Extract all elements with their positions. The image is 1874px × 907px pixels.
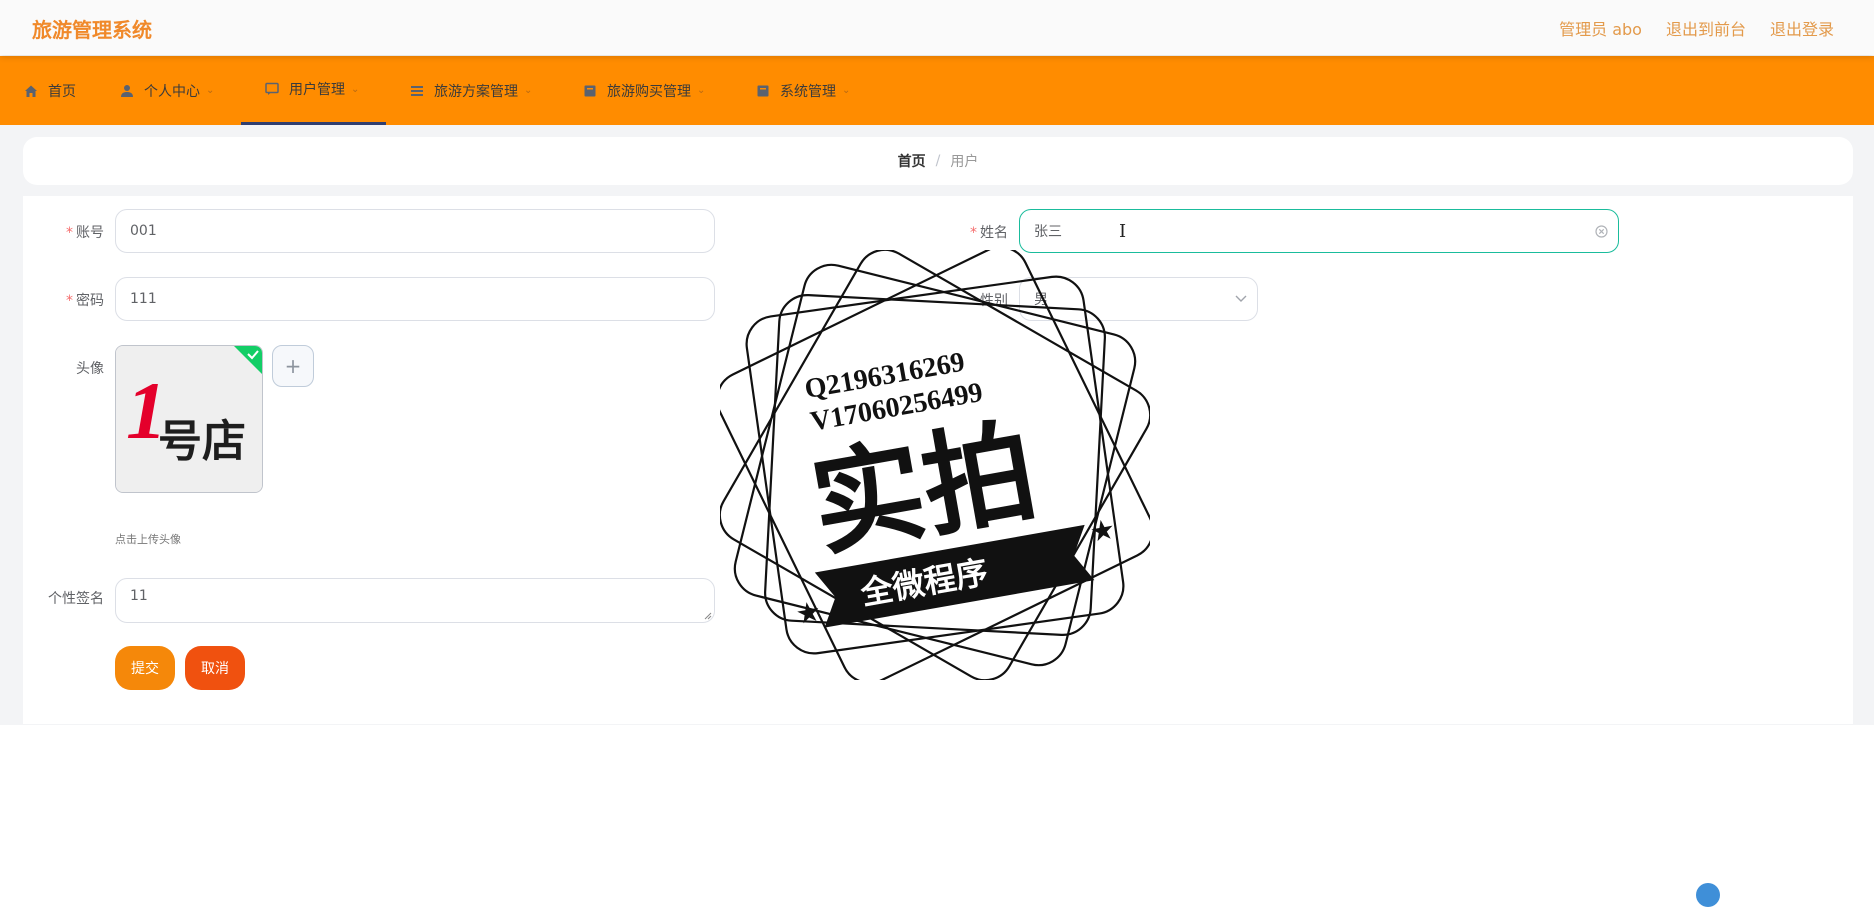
- password-label: * 密码: [66, 293, 104, 309]
- floating-widget-edge[interactable]: [1696, 883, 1720, 907]
- nav-label: 个人中心: [144, 83, 200, 100]
- text-cursor-icon: I: [1119, 221, 1127, 242]
- nav-item-travel-purchase-management[interactable]: 旅游购买管理 ⌄: [583, 56, 705, 125]
- name-input[interactable]: 张三 I: [1019, 209, 1619, 253]
- resize-handle-icon[interactable]: [704, 612, 712, 620]
- chevron-down-icon: ⌄: [206, 85, 215, 96]
- nav-label: 旅游购买管理: [607, 83, 691, 100]
- nav-item-home[interactable]: 首页: [24, 56, 76, 125]
- user-icon: [121, 84, 133, 97]
- box-icon: [757, 85, 769, 96]
- breadcrumb: 首页 / 用户: [23, 137, 1853, 185]
- top-links: 管理员 abo 退出到前台 退出登录: [1559, 16, 1834, 40]
- box-icon: [584, 85, 596, 96]
- chevron-down-icon: ⌄: [697, 85, 706, 96]
- breadcrumb-current: 用户: [950, 154, 979, 170]
- chevron-down-icon: ⌄: [524, 85, 533, 96]
- account-input[interactable]: 001: [115, 209, 715, 253]
- clear-icon[interactable]: [1595, 225, 1608, 238]
- nav-label: 首页: [48, 83, 76, 100]
- chevron-down-icon: [1235, 295, 1247, 302]
- nav-item-system-management[interactable]: 系统管理 ⌄: [756, 56, 850, 125]
- avatar-upload-hint: 点击上传头像: [115, 533, 181, 546]
- nav-label: 用户管理: [289, 82, 345, 98]
- nav-label: 系统管理: [780, 83, 836, 100]
- avatar-logo: 1 号店: [116, 346, 262, 492]
- home-icon: [25, 85, 37, 97]
- account-label: * 账号: [66, 225, 104, 241]
- submit-button[interactable]: 提交: [115, 646, 175, 690]
- watermark-stamp: Q2196316269 V17060256499 实拍 全微程序 ★ ★: [720, 250, 1150, 680]
- avatar-image[interactable]: 1 号店: [115, 345, 263, 493]
- list-icon: [411, 85, 423, 96]
- signature-textarea[interactable]: 11: [115, 578, 715, 623]
- logout-link[interactable]: 退出登录: [1770, 16, 1834, 40]
- nav-item-user-management[interactable]: 用户管理 ⌄: [241, 56, 386, 125]
- main-nav: 首页 个人中心 ⌄ 用户管理 ⌄ 旅游方案管理 ⌄ 旅游购买管理 ⌄ 系统管理 …: [0, 56, 1874, 125]
- add-avatar-button[interactable]: +: [272, 345, 314, 387]
- breadcrumb-home[interactable]: 首页: [898, 151, 926, 171]
- app-title: 旅游管理系统: [32, 18, 152, 42]
- avatar-label: 头像: [76, 361, 104, 377]
- nav-label: 旅游方案管理: [434, 83, 518, 100]
- cancel-button[interactable]: 取消: [185, 646, 245, 690]
- password-input[interactable]: 111: [115, 277, 715, 321]
- name-label: * 姓名: [970, 225, 1008, 241]
- svg-text:号店: 号店: [158, 416, 246, 467]
- admin-label[interactable]: 管理员 abo: [1559, 16, 1642, 40]
- plus-icon: +: [284, 354, 302, 378]
- signature-label: 个性签名: [48, 591, 104, 607]
- chevron-down-icon: ⌄: [351, 83, 360, 95]
- chevron-down-icon: ⌄: [842, 85, 851, 96]
- nav-item-personal-center[interactable]: 个人中心 ⌄: [120, 56, 214, 125]
- nav-item-travel-plan-management[interactable]: 旅游方案管理 ⌄: [410, 56, 532, 125]
- breadcrumb-separator: /: [935, 153, 941, 169]
- chat-icon: [265, 82, 279, 95]
- star-icon: ★: [793, 594, 823, 631]
- top-header: 旅游管理系统 管理员 abo 退出到前台 退出登录: [0, 0, 1874, 55]
- back-to-front-link[interactable]: 退出到前台: [1666, 16, 1746, 40]
